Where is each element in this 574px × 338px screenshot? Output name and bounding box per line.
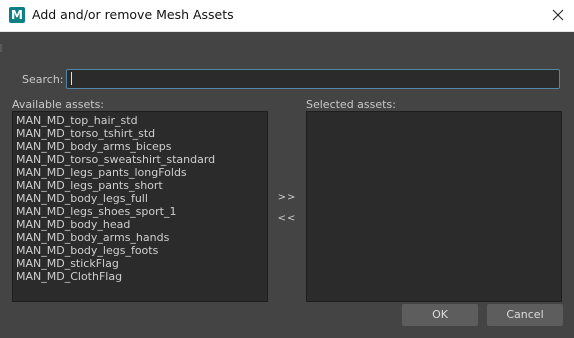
list-item[interactable]: MAN_MD_ClothFlag [13,270,267,283]
title-bar: M Add and/or remove Mesh Assets [0,0,574,32]
list-item[interactable]: MAN_MD_body_legs_full [13,192,267,205]
selected-assets-label: Selected assets: [306,98,396,111]
ok-button[interactable]: OK [402,304,478,326]
cancel-button[interactable]: Cancel [487,304,563,326]
list-item[interactable]: MAN_MD_body_head [13,218,267,231]
maya-app-icon: M [9,7,25,23]
add-to-selected-button[interactable]: >> [276,191,298,205]
search-input[interactable] [66,69,560,89]
available-assets-label: Available assets: [12,98,105,111]
search-label: Search: [22,73,64,86]
list-item[interactable]: MAN_MD_legs_shoes_sport_1 [13,205,267,218]
list-item[interactable]: MAN_MD_legs_pants_short [13,179,267,192]
list-item[interactable]: MAN_MD_body_legs_foots [13,244,267,257]
close-button[interactable] [542,0,574,31]
window-title: Add and/or remove Mesh Assets [32,7,234,22]
selected-assets-list[interactable] [306,111,562,302]
list-item[interactable]: MAN_MD_torso_sweatshirt_standard [13,153,267,166]
close-icon [552,9,564,21]
list-item[interactable]: MAN_MD_torso_tshirt_std [13,127,267,140]
list-item[interactable]: MAN_MD_stickFlag [13,257,267,270]
window-edge-marker [0,44,2,52]
list-item[interactable]: MAN_MD_body_arms_hands [13,231,267,244]
list-item[interactable]: MAN_MD_legs_pants_longFolds [13,166,267,179]
list-item[interactable]: MAN_MD_top_hair_std [13,114,267,127]
remove-from-selected-button[interactable]: << [276,212,298,226]
available-items-container: MAN_MD_top_hair_std MAN_MD_torso_tshirt_s… [13,112,267,283]
list-item[interactable]: MAN_MD_body_arms_biceps [13,140,267,153]
available-assets-list[interactable]: MAN_MD_top_hair_std MAN_MD_torso_tshirt_s… [12,111,268,302]
text-caret [71,72,72,85]
